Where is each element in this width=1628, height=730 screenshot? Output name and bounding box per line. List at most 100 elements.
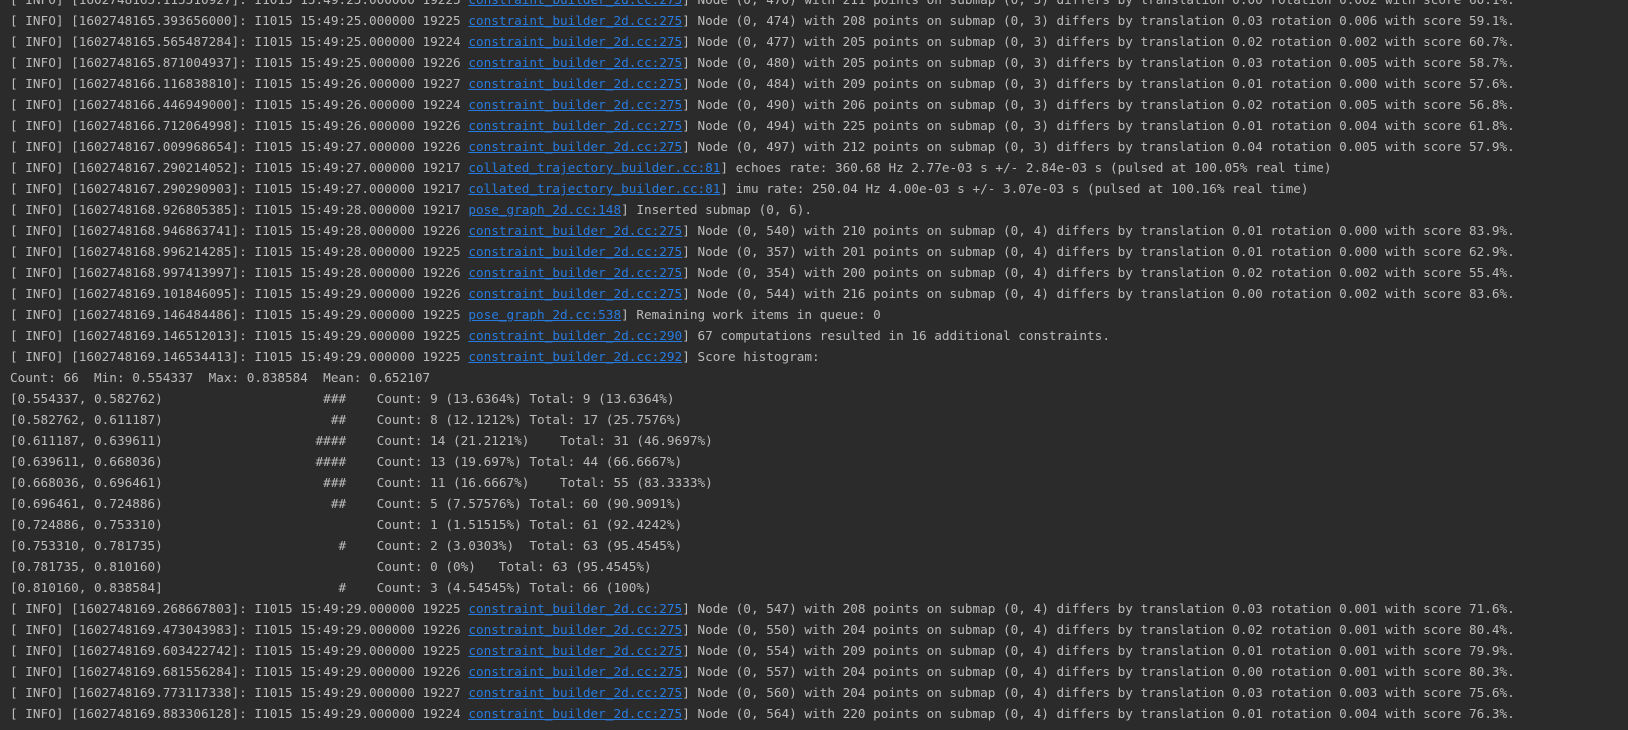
histogram-line: [0.781735, 0.810160) Count: 0 (0%) Total…	[10, 556, 1628, 577]
histogram-line: [0.724886, 0.753310) Count: 1 (1.51515%)…	[10, 514, 1628, 535]
log-prefix: [ INFO] [1602748165.565487284]: I1015 15…	[10, 34, 469, 49]
log-message: ] Node (0, 477) with 205 points on subma…	[682, 34, 1515, 49]
log-line: [ INFO] [1602748169.146484486]: I1015 15…	[10, 304, 1628, 325]
log-prefix: [ INFO] [1602748168.997413997]: I1015 15…	[10, 265, 469, 280]
source-link[interactable]: constraint_builder_2d.cc:275	[468, 0, 682, 7]
source-link[interactable]: constraint_builder_2d.cc:275	[468, 286, 682, 301]
console-output-panel[interactable]: [ INFO] [1602748165.115510927]: I1015 15…	[0, 0, 1628, 730]
histogram-line: [0.696461, 0.724886) ## Count: 5 (7.5757…	[10, 493, 1628, 514]
histogram-text: [0.724886, 0.753310) Count: 1 (1.51515%)…	[10, 517, 683, 532]
log-line: [ INFO] [1602748169.473043983]: I1015 15…	[10, 619, 1628, 640]
log-prefix: [ INFO] [1602748169.603422742]: I1015 15…	[10, 643, 469, 658]
source-link[interactable]: constraint_builder_2d.cc:275	[468, 244, 682, 259]
log-message: ] Node (0, 557) with 204 points on subma…	[682, 664, 1515, 679]
histogram-line: [0.753310, 0.781735) # Count: 2 (3.0303%…	[10, 535, 1628, 556]
log-prefix: [ INFO] [1602748166.446949000]: I1015 15…	[10, 97, 469, 112]
source-link[interactable]: collated_trajectory_builder.cc:81	[468, 160, 720, 175]
source-link[interactable]: constraint_builder_2d.cc:275	[468, 118, 682, 133]
source-link[interactable]: collated_trajectory_builder.cc:81	[468, 181, 720, 196]
log-prefix: [ INFO] [1602748167.009968654]: I1015 15…	[10, 139, 469, 154]
log-line: [ INFO] [1602748165.871004937]: I1015 15…	[10, 52, 1628, 73]
histogram-text: [0.668036, 0.696461) ### Count: 11 (16.6…	[10, 475, 713, 490]
log-prefix: [ INFO] [1602748169.146534413]: I1015 15…	[10, 349, 469, 364]
log-prefix: [ INFO] [1602748169.146512013]: I1015 15…	[10, 328, 469, 343]
log-message: ] Node (0, 550) with 204 points on subma…	[682, 622, 1515, 637]
log-line: [ INFO] [1602748168.926805385]: I1015 15…	[10, 199, 1628, 220]
histogram-line: [0.810160, 0.838584] # Count: 3 (4.54545…	[10, 577, 1628, 598]
log-message: ] Node (0, 490) with 206 points on subma…	[682, 97, 1515, 112]
log-message: ] Node (0, 564) with 220 points on subma…	[682, 706, 1515, 721]
log-line: [ INFO] [1602748169.101846095]: I1015 15…	[10, 283, 1628, 304]
source-link[interactable]: constraint_builder_2d.cc:292	[468, 349, 682, 364]
log-message: ] Node (0, 540) with 210 points on subma…	[682, 223, 1515, 238]
log-prefix: [ INFO] [1602748165.115510927]: I1015 15…	[10, 0, 468, 7]
log-prefix: [ INFO] [1602748169.268667803]: I1015 15…	[10, 601, 469, 616]
histogram-text: [0.554337, 0.582762) ### Count: 9 (13.63…	[10, 391, 675, 406]
histogram-text: [0.781735, 0.810160) Count: 0 (0%) Total…	[10, 559, 652, 574]
source-link[interactable]: constraint_builder_2d.cc:275	[468, 223, 682, 238]
histogram-text: [0.753310, 0.781735) # Count: 2 (3.0303%…	[10, 538, 683, 553]
log-line: [ INFO] [1602748169.268667803]: I1015 15…	[10, 598, 1628, 619]
log-message: ] Node (0, 474) with 208 points on subma…	[682, 13, 1515, 28]
log-prefix: [ INFO] [1602748169.883306128]: I1015 15…	[10, 706, 469, 721]
log-message: ] Node (0, 357) with 201 points on subma…	[682, 244, 1515, 259]
source-link[interactable]: constraint_builder_2d.cc:275	[468, 643, 682, 658]
histogram-text: [0.639611, 0.668036) #### Count: 13 (19.…	[10, 454, 683, 469]
source-link[interactable]: constraint_builder_2d.cc:275	[468, 664, 682, 679]
source-link[interactable]: constraint_builder_2d.cc:275	[468, 76, 682, 91]
source-link[interactable]: constraint_builder_2d.cc:275	[468, 622, 682, 637]
log-line: [ INFO] [1602748167.009968654]: I1015 15…	[10, 136, 1628, 157]
log-message: ] imu rate: 250.04 Hz 4.00e-03 s +/- 3.0…	[720, 181, 1309, 196]
source-link[interactable]: constraint_builder_2d.cc:275	[468, 265, 682, 280]
log-prefix: [ INFO] [1602748169.681556284]: I1015 15…	[10, 664, 469, 679]
log-prefix: [ INFO] [1602748165.871004937]: I1015 15…	[10, 55, 469, 70]
histogram-line: [0.582762, 0.611187) ## Count: 8 (12.121…	[10, 409, 1628, 430]
log-message: ] Score histogram:	[682, 349, 820, 364]
histogram-line: [0.639611, 0.668036) #### Count: 13 (19.…	[10, 451, 1628, 472]
source-link[interactable]: pose_graph_2d.cc:538	[468, 307, 621, 322]
log-prefix: [ INFO] [1602748169.146484486]: I1015 15…	[10, 307, 469, 322]
histogram-line: [0.668036, 0.696461) ### Count: 11 (16.6…	[10, 472, 1628, 493]
log-line: [ INFO] [1602748166.712064998]: I1015 15…	[10, 115, 1628, 136]
log-message: ] Node (0, 470) with 211 points on subma…	[682, 0, 1515, 7]
histogram-line: [0.554337, 0.582762) ### Count: 9 (13.63…	[10, 388, 1628, 409]
histogram-text: [0.582762, 0.611187) ## Count: 8 (12.121…	[10, 412, 683, 427]
source-link[interactable]: constraint_builder_2d.cc:275	[468, 13, 682, 28]
log-line: [ INFO] [1602748168.997413997]: I1015 15…	[10, 262, 1628, 283]
log-line: [ INFO] [1602748165.393656000]: I1015 15…	[10, 10, 1628, 31]
source-link[interactable]: constraint_builder_2d.cc:275	[468, 55, 682, 70]
source-link[interactable]: constraint_builder_2d.cc:275	[468, 34, 682, 49]
log-line: [ INFO] [1602748169.146534413]: I1015 15…	[10, 346, 1628, 367]
log-line: [ INFO] [1602748167.290214052]: I1015 15…	[10, 157, 1628, 178]
source-link[interactable]: constraint_builder_2d.cc:275	[468, 706, 682, 721]
log-line: [ INFO] [1602748166.116838810]: I1015 15…	[10, 73, 1628, 94]
log-line: [ INFO] [1602748169.681556284]: I1015 15…	[10, 661, 1628, 682]
log-prefix: [ INFO] [1602748167.290290903]: I1015 15…	[10, 181, 469, 196]
source-link[interactable]: constraint_builder_2d.cc:290	[468, 328, 682, 343]
source-link[interactable]: constraint_builder_2d.cc:275	[468, 601, 682, 616]
histogram-text: [0.810160, 0.838584] # Count: 3 (4.54545…	[10, 580, 652, 595]
log-message: ] Node (0, 497) with 212 points on subma…	[682, 139, 1515, 154]
source-link[interactable]: constraint_builder_2d.cc:275	[468, 139, 682, 154]
log-message: ] Inserted submap (0, 6).	[621, 202, 813, 217]
histogram-line: [0.611187, 0.639611) #### Count: 14 (21.…	[10, 430, 1628, 451]
histogram-line: Count: 66 Min: 0.554337 Max: 0.838584 Me…	[10, 367, 1628, 388]
log-line: [ INFO] [1602748167.290290903]: I1015 15…	[10, 178, 1628, 199]
log-message: ] Node (0, 484) with 209 points on subma…	[682, 76, 1515, 91]
source-link[interactable]: constraint_builder_2d.cc:275	[468, 685, 682, 700]
log-message: ] Remaining work items in queue: 0	[621, 307, 881, 322]
source-link[interactable]: constraint_builder_2d.cc:275	[468, 97, 682, 112]
console-log-lines: [ INFO] [1602748165.115510927]: I1015 15…	[10, 0, 1628, 724]
log-message: ] echoes rate: 360.68 Hz 2.77e-03 s +/- …	[720, 160, 1332, 175]
log-message: ] Node (0, 494) with 225 points on subma…	[682, 118, 1515, 133]
log-prefix: [ INFO] [1602748169.101846095]: I1015 15…	[10, 286, 469, 301]
source-link[interactable]: pose_graph_2d.cc:148	[468, 202, 621, 217]
log-message: ] Node (0, 560) with 204 points on subma…	[682, 685, 1515, 700]
log-line: [ INFO] [1602748168.946863741]: I1015 15…	[10, 220, 1628, 241]
log-prefix: [ INFO] [1602748165.393656000]: I1015 15…	[10, 13, 469, 28]
histogram-text: [0.611187, 0.639611) #### Count: 14 (21.…	[10, 433, 713, 448]
log-message: ] Node (0, 554) with 209 points on subma…	[682, 643, 1515, 658]
log-line: [ INFO] [1602748169.773117338]: I1015 15…	[10, 682, 1628, 703]
log-prefix: [ INFO] [1602748168.926805385]: I1015 15…	[10, 202, 469, 217]
log-line: [ INFO] [1602748169.146512013]: I1015 15…	[10, 325, 1628, 346]
